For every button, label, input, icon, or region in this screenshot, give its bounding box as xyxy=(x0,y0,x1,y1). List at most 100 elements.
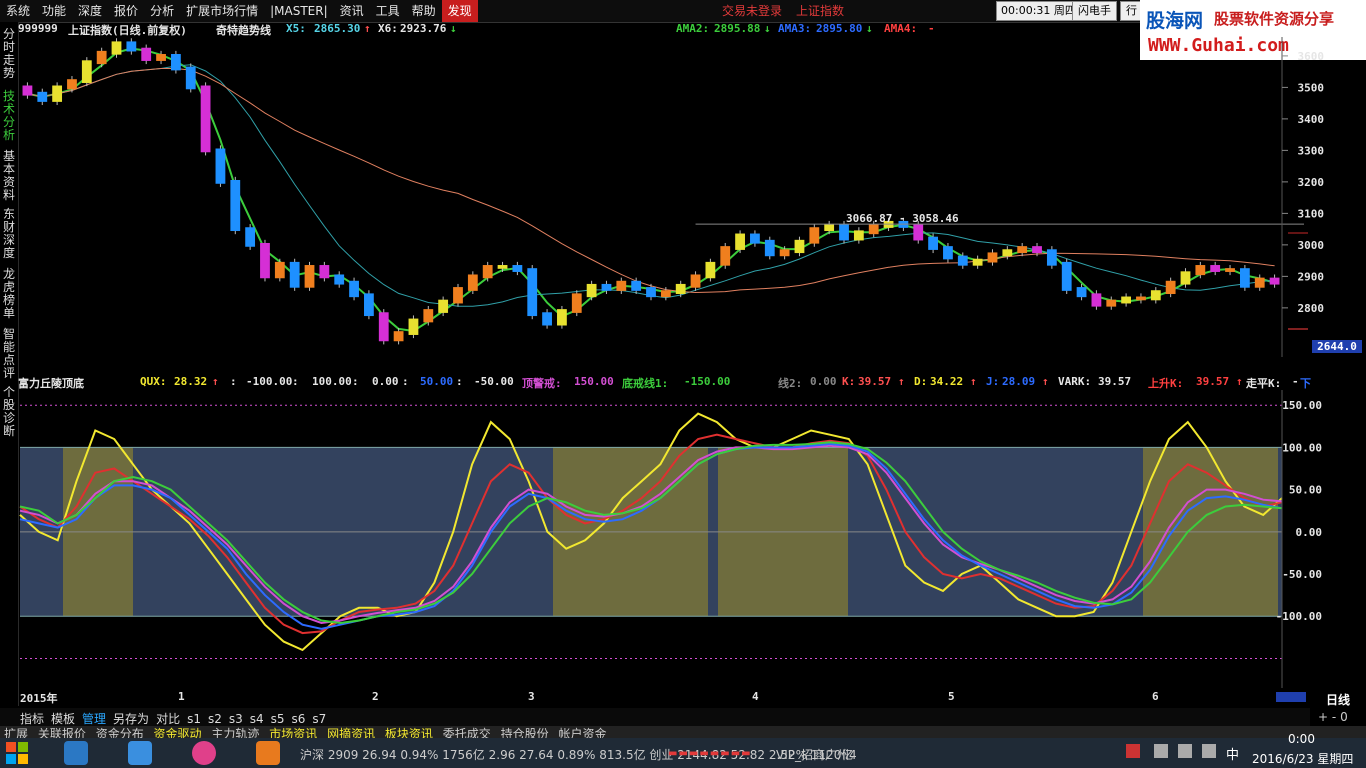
toolbar-s3[interactable]: s3 xyxy=(229,712,243,726)
time-label-2015: 2015年 xyxy=(20,692,58,705)
candle-body xyxy=(527,268,538,317)
toolbar-compare[interactable]: 对比 xyxy=(156,712,180,726)
candle-body xyxy=(304,265,315,288)
network-icon[interactable] xyxy=(1154,744,1168,758)
candle-body xyxy=(67,79,77,90)
candle-body xyxy=(809,227,820,244)
index-link[interactable]: 上证指数 xyxy=(796,0,844,22)
sidebar: 分时走势 技术分析 基本资料 东财深度 龙虎榜单 智能点评 个股诊断 xyxy=(0,22,19,706)
menu-item-tools[interactable]: 工具 xyxy=(370,0,406,22)
candle-body xyxy=(853,230,864,241)
clock-time: 00:00:31 xyxy=(1001,4,1051,17)
sidebar-tab-dragon-tiger[interactable]: 龙虎榜单 xyxy=(1,268,17,320)
k-value: 39.57 xyxy=(858,375,892,388)
candle-body xyxy=(557,309,567,326)
qux-label: QUX: xyxy=(140,375,167,388)
toolbar-manage[interactable]: 管理 xyxy=(82,712,106,726)
candle-body xyxy=(646,287,656,298)
app-icon[interactable] xyxy=(192,741,216,765)
menu-item-ext-market[interactable]: 扩展市场行情 xyxy=(180,0,264,22)
candle-body xyxy=(230,179,241,232)
down-label: 下 xyxy=(1300,377,1311,390)
sidebar-tab-fundamentals[interactable]: 基本资料 xyxy=(1,150,17,202)
sidebar-tab-comment[interactable]: 智能点评 xyxy=(1,328,17,380)
flag-icon[interactable] xyxy=(1126,744,1140,758)
candle-body xyxy=(779,249,790,257)
toolbar-save-as[interactable]: 另存为 xyxy=(113,712,149,726)
time-label-1: 1 xyxy=(178,690,185,703)
menu-item-master[interactable]: |MASTER| xyxy=(264,0,334,22)
candle-body xyxy=(1180,271,1191,285)
menu-item-system[interactable]: 系统 xyxy=(0,0,36,22)
toolbar-s2[interactable]: s2 xyxy=(208,712,222,726)
low-price-label: 2644.0 xyxy=(1312,340,1362,353)
sidebar-tab-technical[interactable]: 技术分析 xyxy=(1,90,17,142)
price-chart[interactable]: 2800 2900 3000 3100 3200 3300 3400 3500 3600 xyxy=(18,37,1366,357)
candle-body xyxy=(720,246,731,266)
menu-item-function[interactable]: 功能 xyxy=(36,0,72,22)
candle-body xyxy=(1269,277,1280,285)
sidebar-tab-intraday[interactable]: 分时走势 xyxy=(1,28,17,80)
menu-item-quote[interactable]: 报价 xyxy=(108,0,144,22)
const-c5: -50.00 xyxy=(474,375,514,388)
period-label[interactable]: 日线 xyxy=(1326,691,1350,708)
candle-body xyxy=(1136,296,1146,301)
candle-body xyxy=(215,148,226,184)
line2-label: 线2: xyxy=(778,377,803,390)
clock-display: 00:00:31 周四 xyxy=(996,1,1081,21)
price-tick-label: 3500 xyxy=(1298,81,1325,94)
menu-item-help[interactable]: 帮助 xyxy=(406,0,442,22)
toolbar-template[interactable]: 模板 xyxy=(51,712,75,726)
oscillator-tick-label: 0.00 xyxy=(1296,526,1323,539)
windows-start-icon[interactable] xyxy=(6,742,28,764)
toolbar-s5[interactable]: s5 xyxy=(271,712,285,726)
candle-body xyxy=(37,91,48,102)
oscillator-chart[interactable]: -100.00 -50.00 0.00 50.00 100.00 150.00 xyxy=(18,390,1366,688)
top-warning-label: 顶警戒: xyxy=(522,377,562,390)
browser-icon[interactable] xyxy=(64,741,88,765)
j-up-arrow: ↑ xyxy=(1042,375,1049,388)
flash-trade-button[interactable]: 闪电手 xyxy=(1072,1,1117,21)
volume-icon[interactable] xyxy=(1178,744,1192,758)
explorer-icon[interactable] xyxy=(128,741,152,765)
sidebar-tab-diagnosis[interactable]: 个股诊断 xyxy=(1,386,17,438)
login-status[interactable]: 交易未登录 xyxy=(722,0,782,22)
candle-body xyxy=(1254,277,1265,288)
candle-body xyxy=(1017,246,1028,254)
flat-k-value: - xyxy=(1292,375,1299,388)
menu-item-news[interactable]: 资讯 xyxy=(334,0,370,22)
menu-item-depth[interactable]: 深度 xyxy=(72,0,108,22)
candle-body xyxy=(1091,293,1102,307)
high-annotation: 3066.87 - 3058.46 xyxy=(846,212,959,225)
toolbar-indicator[interactable]: 指标 xyxy=(20,712,44,726)
toolbar-s7[interactable]: s7 xyxy=(312,712,326,726)
price-tick-label: 3300 xyxy=(1298,144,1325,157)
candle-body xyxy=(393,331,404,342)
candle-body xyxy=(750,233,760,244)
candle-body xyxy=(824,224,835,232)
ime-indicator[interactable]: 中 xyxy=(1226,744,1239,763)
toolbar-s1[interactable]: s1 xyxy=(187,712,201,726)
stock-app-icon[interactable] xyxy=(256,741,280,765)
time-label-5: 5 xyxy=(948,690,955,703)
sidebar-tab-depth[interactable]: 东财深度 xyxy=(1,208,17,260)
candle-body xyxy=(1225,268,1235,272)
candle-body xyxy=(200,85,211,153)
battery-icon[interactable] xyxy=(1202,744,1216,758)
toolbar-s4[interactable]: s4 xyxy=(250,712,264,726)
candle-body xyxy=(868,224,879,235)
sub-chart-header: 富力丘陵顶底 QUX: 28.32 ↑ : -100.00 : 100.00 :… xyxy=(18,375,1311,390)
zoom-in-button[interactable]: + xyxy=(1318,710,1328,724)
taskbar-time: 0:00 xyxy=(1288,732,1315,746)
flat-k-label: 走平K: xyxy=(1246,377,1282,390)
menu-item-discover[interactable]: 发现 xyxy=(441,0,478,22)
toolbar-s6[interactable]: s6 xyxy=(292,712,306,726)
menu-item-analysis[interactable]: 分析 xyxy=(144,0,180,22)
time-axis-scrollbox[interactable] xyxy=(1276,692,1306,702)
candle-body xyxy=(1195,265,1206,276)
zoom-reset-button[interactable]: 0 xyxy=(1340,710,1348,724)
ma-long-line xyxy=(27,68,1275,294)
candle-body xyxy=(660,290,671,298)
zoom-out-button[interactable]: - xyxy=(1332,710,1336,724)
candle-body xyxy=(839,224,849,241)
